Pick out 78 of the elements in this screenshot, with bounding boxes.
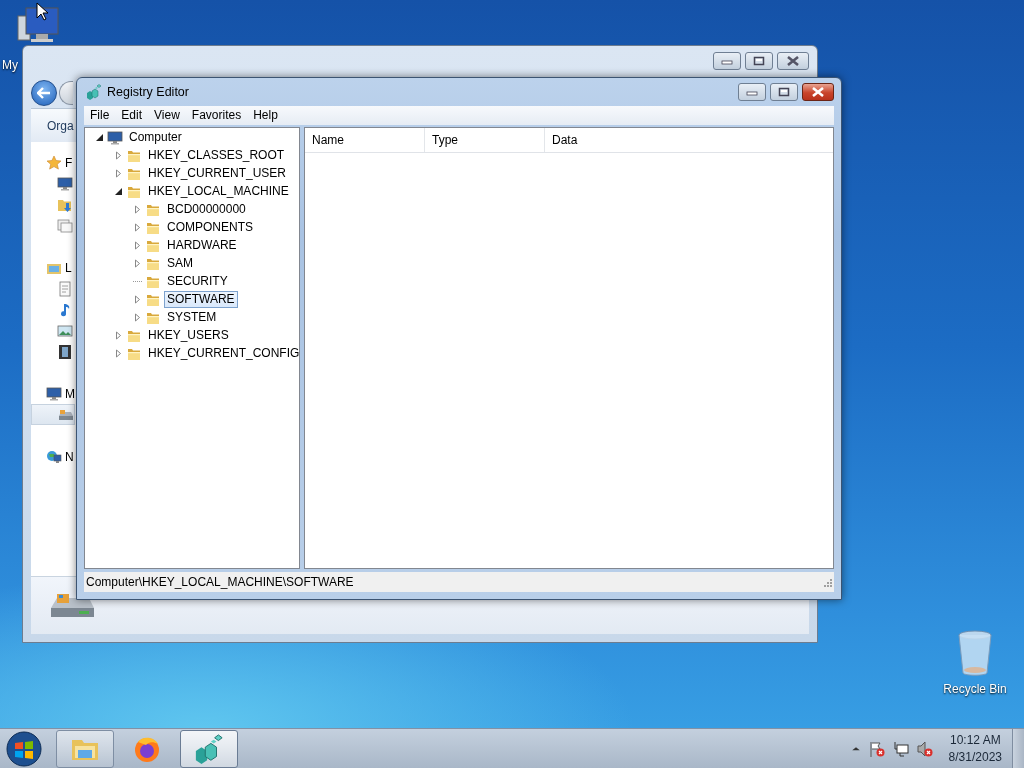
nav-item[interactable]: M	[31, 383, 75, 404]
collapse-arrow-icon[interactable]	[95, 133, 104, 143]
nav-item[interactable]: L	[31, 257, 75, 278]
close-button[interactable]	[777, 52, 809, 70]
film-icon	[57, 343, 73, 360]
nav-item[interactable]: F	[31, 152, 75, 173]
tree-item[interactable]: SOFTWARE	[164, 291, 238, 309]
column-header[interactable]: Type	[425, 127, 545, 152]
close-icon	[786, 56, 800, 66]
show-desktop-button[interactable]	[1012, 728, 1024, 768]
speaker-muted-icon[interactable]	[916, 740, 933, 757]
taskbar-button[interactable]	[56, 729, 114, 768]
clock[interactable]: 10:12 AM 8/31/2023	[948, 731, 1002, 766]
window-title: Registry Editor	[107, 84, 190, 99]
tree-item[interactable]: SAM	[164, 255, 196, 273]
tree-item[interactable]: HKEY_LOCAL_MACHINE	[145, 183, 292, 201]
network-icon	[46, 448, 62, 465]
close-button[interactable]	[802, 82, 834, 101]
network-icon[interactable]	[892, 740, 909, 757]
maximize-icon	[753, 56, 765, 66]
maximize-icon	[778, 86, 790, 97]
collapse-arrow-icon[interactable]	[114, 187, 123, 197]
mouse-cursor-icon	[36, 2, 48, 21]
cubes-icon	[86, 83, 102, 100]
tree-item[interactable]: HARDWARE	[164, 237, 240, 255]
status-text: Computer\HKEY_LOCAL_MACHINE\SOFTWARE	[86, 575, 354, 590]
tree-item[interactable]: HKEY_USERS	[145, 327, 232, 345]
cubes-icon	[194, 733, 224, 764]
minimize-icon	[721, 57, 733, 65]
start-button[interactable]	[4, 729, 44, 768]
monitor-icon	[107, 129, 123, 146]
menu-item[interactable]: Edit	[115, 108, 149, 123]
tree-item[interactable]: HKEY_CURRENT_CONFIG	[145, 345, 299, 363]
tree-item[interactable]: HKEY_CURRENT_USER	[145, 165, 290, 183]
expand-arrow-icon[interactable]	[133, 205, 142, 215]
tree-item[interactable]: HKEY_CLASSES_ROOT	[145, 147, 288, 165]
tree-item[interactable]: SYSTEM	[164, 309, 220, 327]
flag-error-icon[interactable]	[868, 740, 885, 757]
expand-arrow-icon[interactable]	[114, 331, 123, 341]
organize-menu[interactable]: Orga	[47, 118, 74, 133]
star-icon	[46, 154, 62, 171]
close-icon	[811, 86, 825, 97]
expand-arrow-icon[interactable]	[114, 349, 123, 359]
tree-item[interactable]: COMPONENTS	[164, 219, 256, 237]
desktop-icon-label: Recycle Bin	[943, 682, 1007, 696]
expand-arrow-icon[interactable]	[133, 223, 142, 233]
tree-item[interactable]: Computer	[126, 129, 185, 147]
tree-item[interactable]: BCD00000000	[164, 201, 249, 219]
menu-item[interactable]: Favorites	[185, 108, 248, 123]
column-header[interactable]: Data	[545, 127, 833, 152]
maximize-button[interactable]	[745, 52, 773, 70]
back-arrow-icon	[37, 87, 51, 99]
expand-arrow-icon[interactable]	[114, 169, 123, 179]
trash-bin-icon[interactable]	[957, 630, 993, 678]
maximize-button[interactable]	[770, 82, 798, 101]
resize-grip-icon[interactable]	[822, 577, 832, 588]
monitor-icon	[46, 385, 62, 402]
expand-arrow-icon[interactable]	[133, 241, 142, 251]
menu-item[interactable]: File	[84, 108, 116, 123]
clock-date: 8/31/2023	[948, 748, 1002, 766]
taskbar-button[interactable]	[180, 729, 238, 768]
tree-item[interactable]: SECURITY	[164, 273, 231, 291]
expand-arrow-icon[interactable]	[133, 259, 142, 269]
column-header[interactable]: Name	[305, 127, 425, 152]
document-stack-icon	[57, 217, 73, 234]
picture-icon	[57, 322, 73, 339]
desktop-icon-label: My	[2, 58, 18, 72]
expand-arrow-icon[interactable]	[114, 151, 123, 161]
menu-item[interactable]: Help	[247, 108, 284, 123]
minimize-button[interactable]	[713, 52, 741, 70]
monitor-icon	[57, 175, 73, 192]
menu-item[interactable]: View	[148, 108, 186, 123]
back-button[interactable]	[31, 80, 57, 106]
nav-item[interactable]: N	[31, 446, 75, 467]
expand-arrow-icon[interactable]	[133, 313, 142, 323]
document-icon	[57, 280, 73, 297]
clock-time: 10:12 AM	[949, 731, 1001, 749]
expand-arrow-icon[interactable]	[133, 295, 142, 305]
